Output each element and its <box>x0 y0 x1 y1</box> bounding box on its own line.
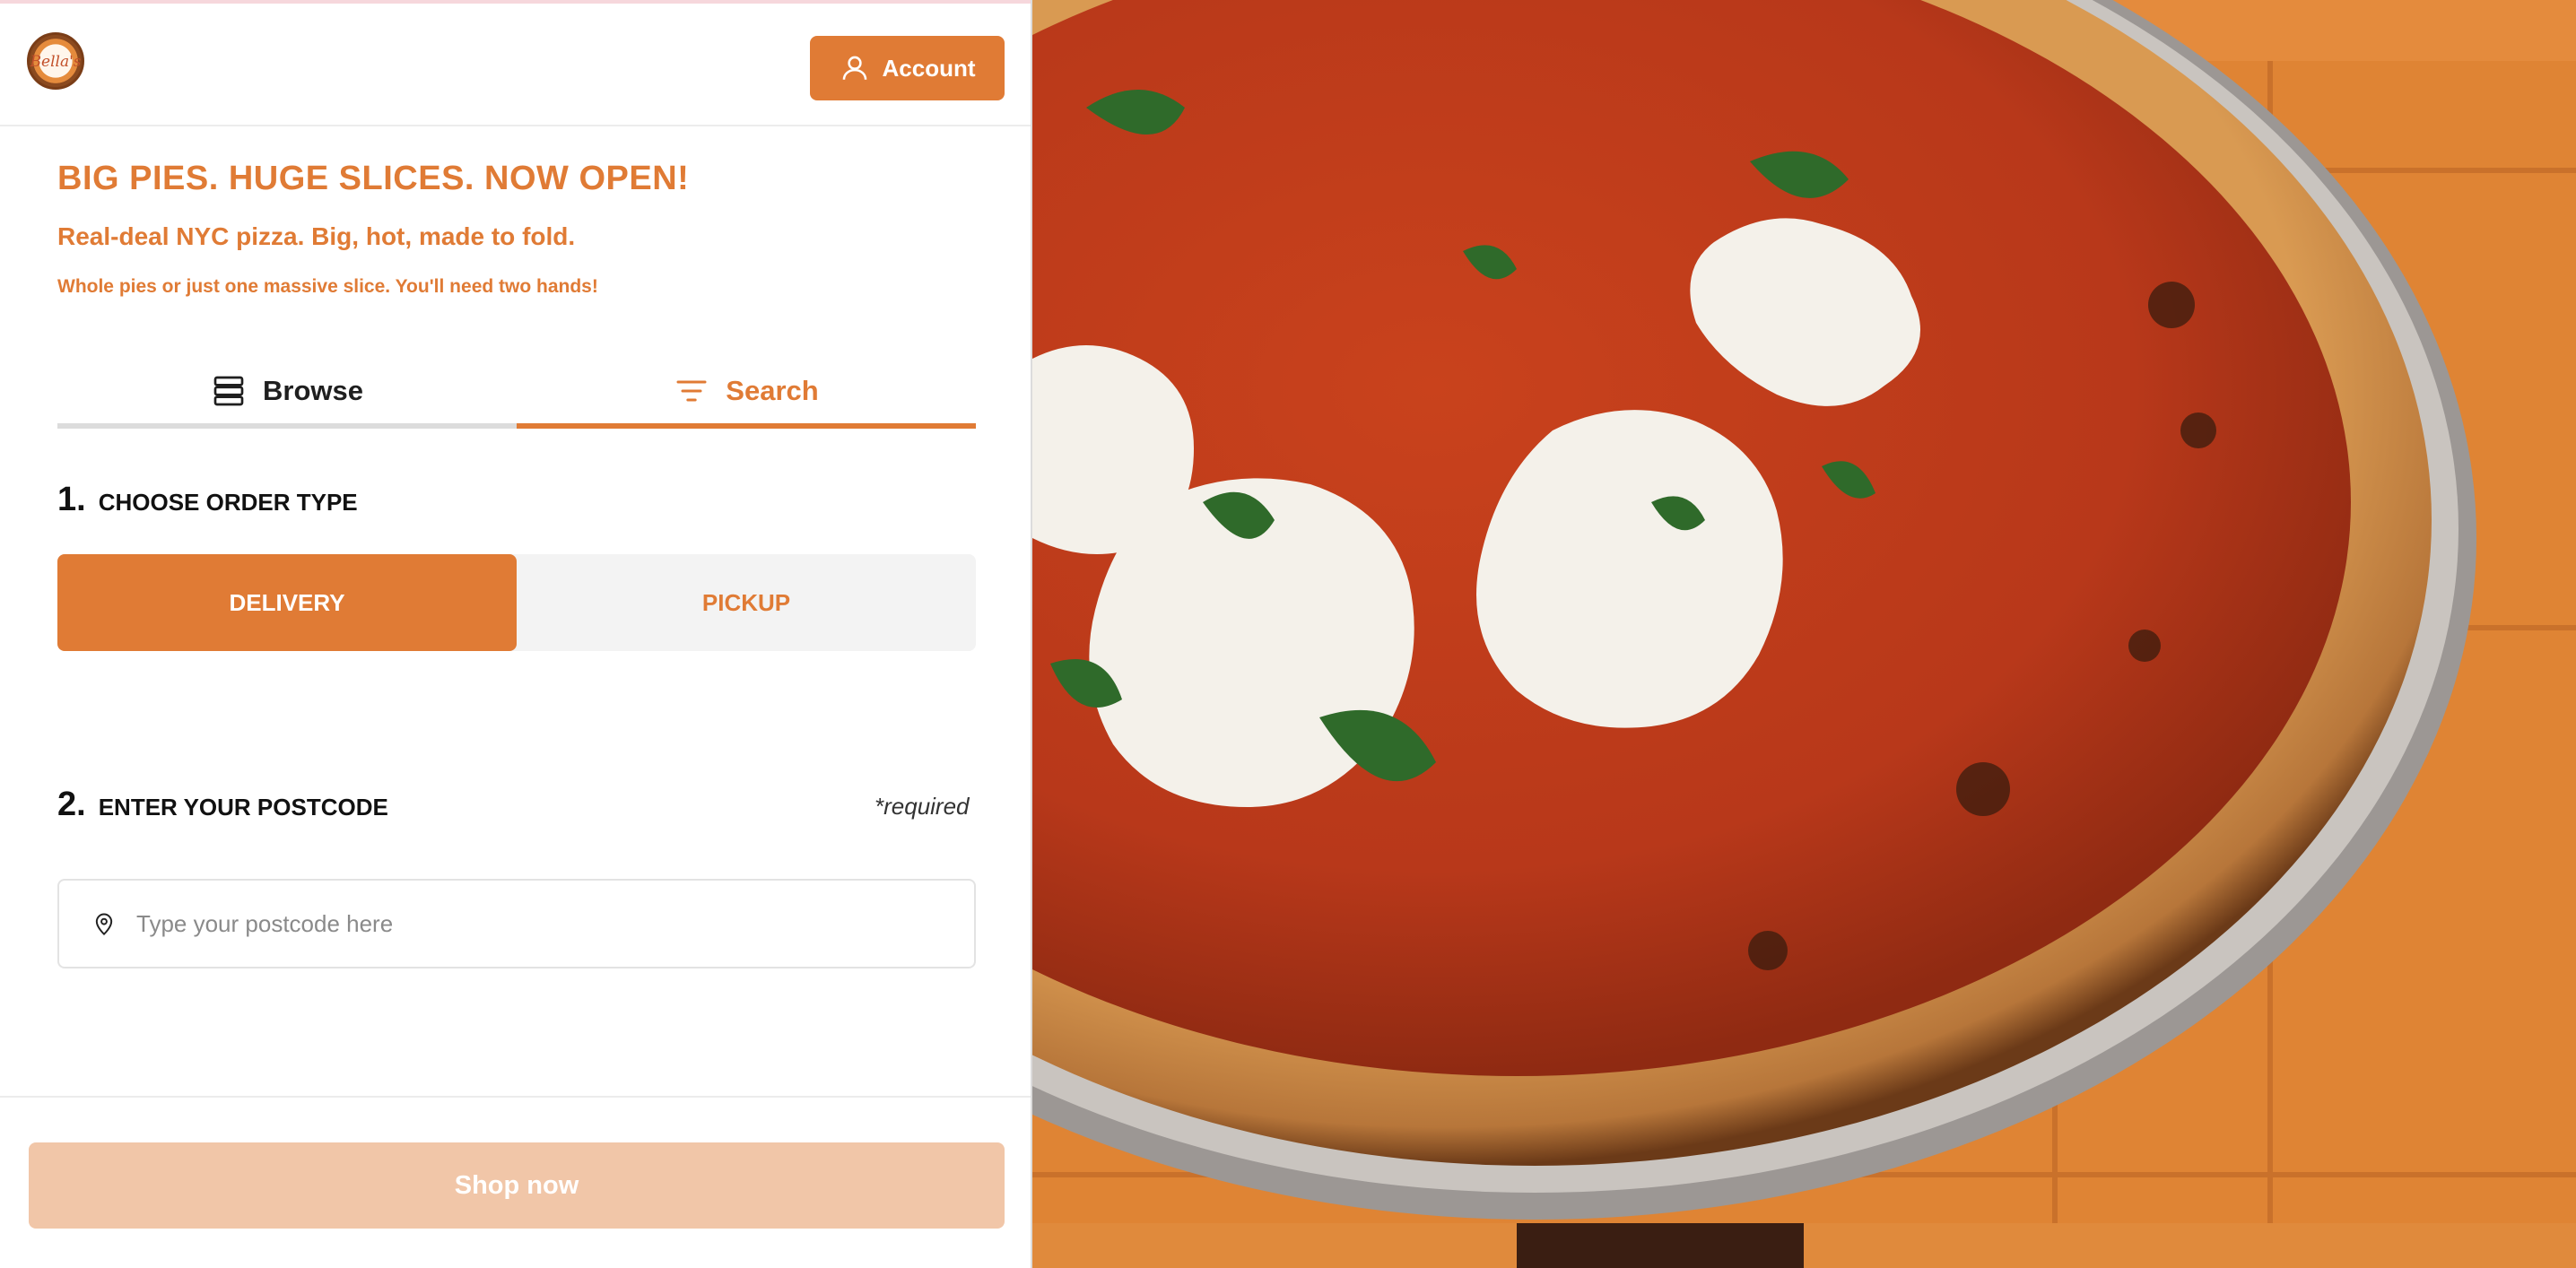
step-postcode-heading: 2. ENTER YOUR POSTCODE <box>57 786 388 824</box>
promo-subheadline: Real-deal NYC pizza. Big, hot, made to f… <box>57 222 576 250</box>
account-button[interactable]: Account <box>810 36 1005 100</box>
account-label: Account <box>882 54 976 82</box>
brand-logo[interactable]: Bella's <box>27 32 84 90</box>
shop-now-button[interactable]: Shop now <box>29 1142 1005 1229</box>
footer-divider <box>0 1096 1032 1098</box>
order-type-toggle: DELIVERY PICKUP <box>57 554 976 651</box>
top-bar: Bella's Account <box>0 0 1032 126</box>
list-icon <box>213 376 244 406</box>
step-label: ENTER YOUR POSTCODE <box>98 794 388 821</box>
tab-search-label: Search <box>726 375 819 406</box>
required-note: *required <box>875 793 970 820</box>
step-label: CHOOSE ORDER TYPE <box>98 489 358 516</box>
tab-search[interactable]: Search <box>517 359 976 429</box>
step-number: 1. <box>57 481 86 518</box>
delivery-option[interactable]: DELIVERY <box>57 554 517 651</box>
promo-headline: BIG PIES. HUGE SLICES. NOW OPEN! <box>57 160 690 197</box>
pizza-photo <box>1032 0 2576 1268</box>
view-tabs: Browse Search <box>57 359 976 429</box>
step-order-type-heading: 1. CHOOSE ORDER TYPE <box>57 481 358 519</box>
step-number: 2. <box>57 786 86 823</box>
postcode-field[interactable] <box>57 879 976 968</box>
order-panel: Bella's Account BIG PIES. HUGE SLICES. N… <box>0 0 1032 1268</box>
promo-tagline: Whole pies or just one massive slice. Yo… <box>57 276 598 297</box>
logo-text: Bella's <box>30 53 82 71</box>
user-icon <box>842 56 866 80</box>
pizza-illustration <box>1032 0 2576 1268</box>
filter-icon <box>676 380 707 402</box>
tab-browse-label: Browse <box>263 375 363 406</box>
pickup-option[interactable]: PICKUP <box>517 554 976 651</box>
tab-browse[interactable]: Browse <box>57 359 517 429</box>
location-pin-icon <box>95 913 113 936</box>
postcode-input[interactable] <box>136 909 926 938</box>
